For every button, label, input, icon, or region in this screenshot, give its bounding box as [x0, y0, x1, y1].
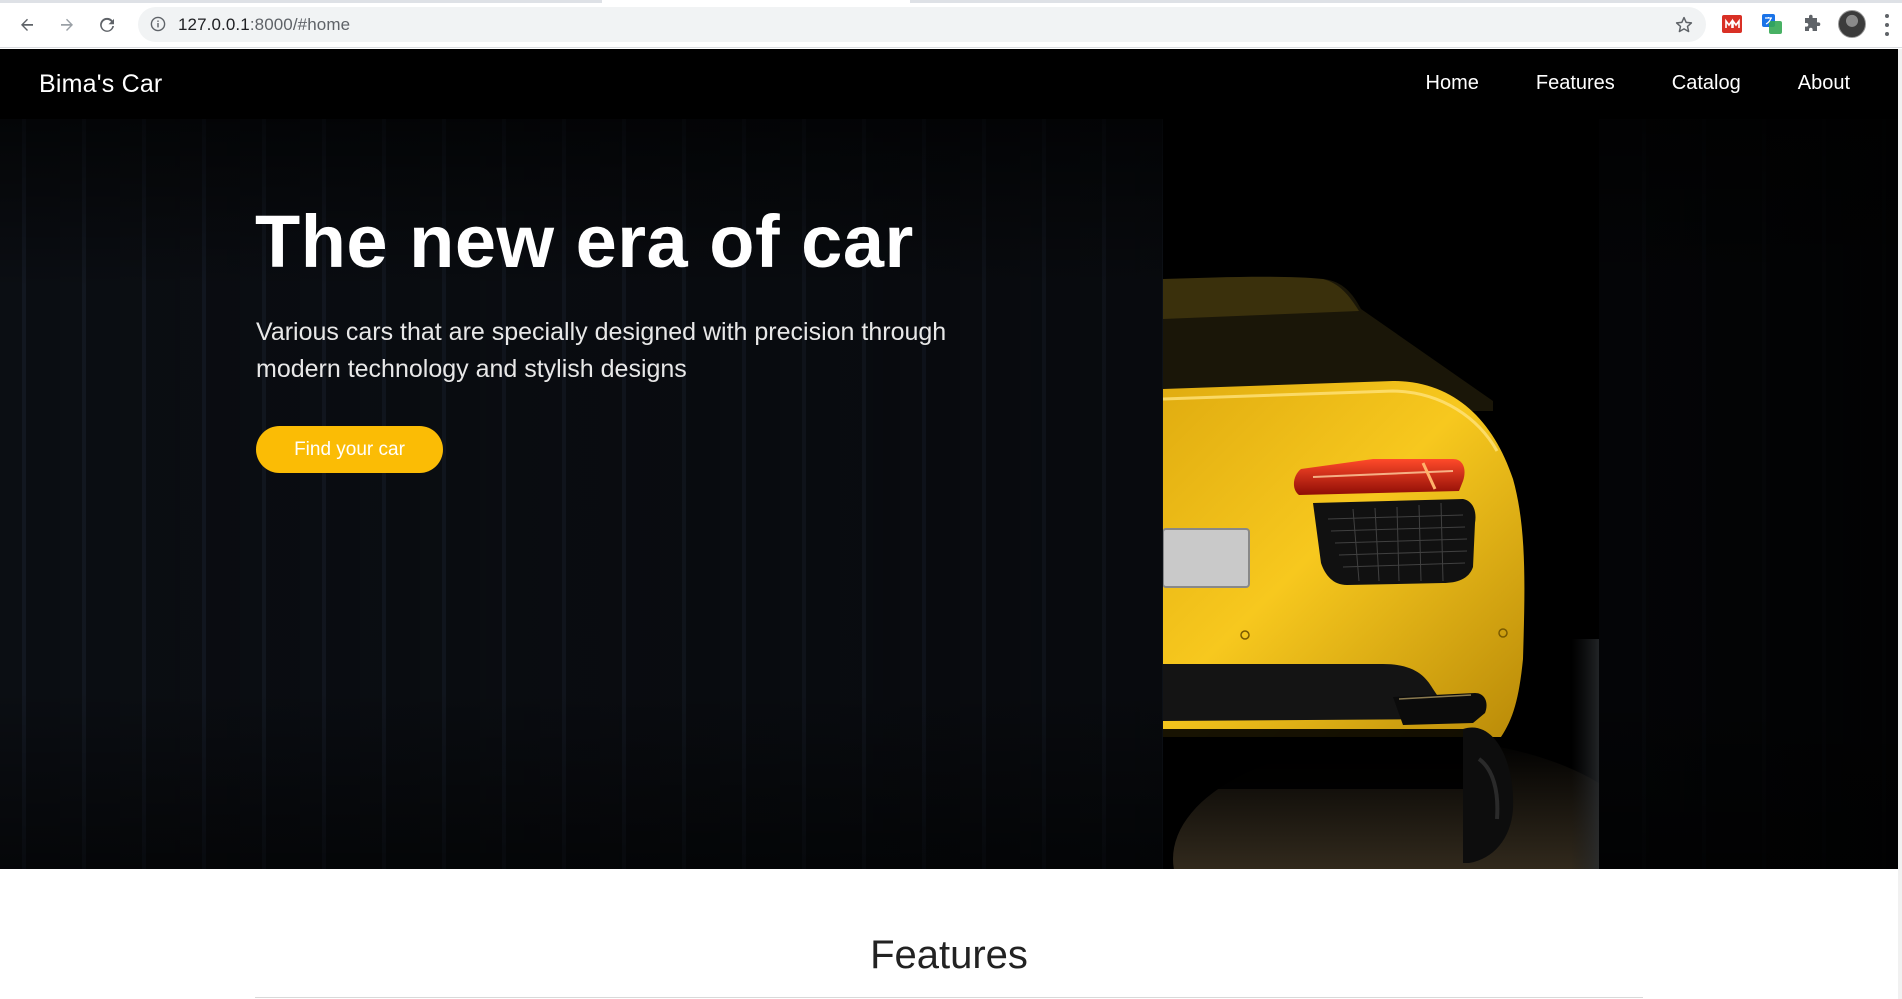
- url-host: 127.0.0.1: [178, 15, 250, 34]
- nav-link-catalog[interactable]: Catalog: [1672, 72, 1741, 95]
- url-path: :8000/#home: [249, 15, 351, 34]
- kebab-menu-icon[interactable]: [1884, 14, 1890, 36]
- yellow-sports-car-icon: [1163, 119, 1599, 869]
- car-photo: [1163, 119, 1599, 869]
- puzzle-extensions-icon[interactable]: [1800, 12, 1824, 36]
- page-scrollbar[interactable]: [1898, 49, 1902, 999]
- features-divider: [255, 997, 1643, 998]
- info-icon[interactable]: [150, 16, 166, 32]
- nav-link-features[interactable]: Features: [1536, 72, 1615, 95]
- star-icon[interactable]: [1674, 15, 1694, 35]
- nav-link-about[interactable]: About: [1798, 72, 1850, 95]
- red-extension-icon[interactable]: [1720, 12, 1744, 36]
- nav-links: Home Features Catalog About: [1369, 72, 1851, 95]
- find-your-car-button[interactable]: Find your car: [256, 426, 443, 473]
- site-navbar: Bima's Car Home Features Catalog About: [0, 49, 1898, 119]
- url-text[interactable]: 127.0.0.1:8000/#home: [178, 15, 350, 35]
- hero-subtitle: Various cars that are specially designed…: [256, 318, 947, 383]
- address-bar[interactable]: 127.0.0.1:8000/#home: [138, 7, 1706, 42]
- hero-shade-bottom: [0, 689, 1898, 869]
- translate-extension-icon[interactable]: [1760, 12, 1784, 36]
- profile-avatar[interactable]: [1838, 10, 1866, 38]
- hero-title: The new era of car: [255, 200, 914, 283]
- reload-icon[interactable]: [92, 10, 122, 40]
- active-tab[interactable]: [602, 0, 910, 3]
- hero-section: Bima's Car Home Features Catalog About T…: [0, 49, 1898, 869]
- back-arrow-icon[interactable]: [12, 10, 42, 40]
- features-heading: Features: [870, 933, 1028, 977]
- forward-arrow-icon[interactable]: [52, 10, 82, 40]
- nav-link-home[interactable]: Home: [1426, 72, 1479, 95]
- tab-strip: [0, 0, 1902, 3]
- browser-toolbar: 127.0.0.1:8000/#home: [0, 0, 1902, 48]
- brand-logo[interactable]: Bima's Car: [39, 70, 162, 99]
- web-page: Bima's Car Home Features Catalog About T…: [0, 49, 1902, 999]
